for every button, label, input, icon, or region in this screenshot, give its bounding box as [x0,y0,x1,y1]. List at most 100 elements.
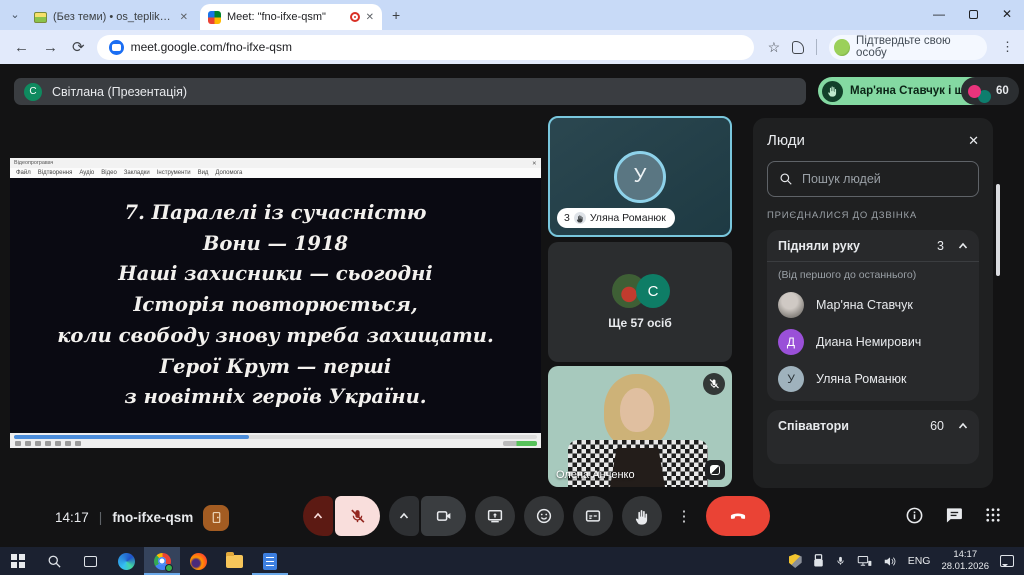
browser-menu-icon[interactable]: ⋮ [1001,39,1014,55]
new-tab-button[interactable]: + [392,7,400,23]
media-in-use-dot [165,564,173,572]
reactions-button[interactable] [524,496,564,536]
start-button[interactable] [0,547,36,575]
video-tile-uliana[interactable]: У 3 Уляна Романюк [548,116,732,237]
firefox-icon[interactable] [180,547,216,575]
list-item [778,441,968,455]
forward-icon[interactable]: → [43,39,58,56]
panel-close-icon[interactable]: ✕ [968,133,979,149]
panel-title: Люди [767,132,805,149]
player-controls [10,433,541,448]
chrome-icon-active[interactable] [144,547,180,575]
video-tile-olena[interactable]: Олена Анченко [548,366,732,487]
window-maximize-button[interactable] [956,0,990,28]
chevron-up-icon[interactable] [958,421,968,431]
speaker-icon[interactable] [883,555,897,568]
antivirus-icon[interactable] [789,554,802,568]
more-options-button[interactable]: ⋮ [671,496,697,536]
volume-slider[interactable] [503,441,537,446]
raised-hands-header[interactable]: Підняли руку 3 [778,239,968,253]
file-explorer-icon[interactable] [216,547,252,575]
present-screen-button[interactable] [475,496,515,536]
edge-icon[interactable] [108,547,144,575]
section-title: Підняли руку [778,239,937,253]
end-call-button[interactable] [706,496,770,536]
camera-toggle-button[interactable] [421,496,466,536]
menu-item: Закладки [124,170,150,176]
mic-toggle-button[interactable] [335,496,380,536]
video-tile-others[interactable]: C Ще 57 осіб [548,242,732,362]
tab-close-icon[interactable]: ✕ [180,12,188,23]
person-face [620,388,654,432]
captions-icon [584,507,602,525]
camera-options-button[interactable] [389,496,419,536]
side-panel-icon[interactable] [792,41,804,54]
usb-icon[interactable] [813,554,824,568]
tile-name-pill: 3 Уляна Романюк [557,208,675,228]
raised-hands-section: Підняли руку 3 (Від першого до останньог… [767,230,979,401]
window-close-button[interactable]: ✕ [990,0,1024,28]
task-view-button[interactable] [72,547,108,575]
hand-icon [634,508,650,525]
info-icon[interactable] [905,506,924,525]
raised-hand-icon [574,212,586,224]
tab-mail[interactable]: (Без теми) • os_teplik@ukr.net ✕ [26,4,196,30]
taskbar-clock[interactable]: 14:17 28.01.2026 [941,549,989,573]
player-buttons[interactable] [15,441,81,446]
address-bar[interactable]: meet.google.com/fno-ifxe-qsm [97,35,754,60]
player-titlebar: Відеопрогравач ✕ [10,158,541,168]
language-indicator[interactable]: ENG [908,555,931,567]
word-document-icon[interactable] [252,547,288,575]
site-icon [109,40,124,55]
verify-identity-button[interactable]: Підтвердьте свою особу [829,35,987,60]
seek-bar[interactable] [14,435,537,439]
joined-section-label: ПРИЄДНАЛИСЯ ДО ДЗВІНКА [767,210,979,221]
cohosts-section: Співавтори 60 [767,410,979,464]
divider: | [99,510,103,525]
raise-hand-button[interactable] [622,496,662,536]
menu-item: Вид [198,170,209,176]
reload-icon[interactable]: ⟳ [72,38,85,56]
mini-avatar [968,85,981,98]
action-center-icon[interactable] [1000,555,1014,567]
back-icon[interactable]: ← [14,39,29,56]
list-item[interactable]: Мар'яна Ставчук [778,292,968,318]
player-window-close-icon: ✕ [532,160,537,166]
taskbar-search-button[interactable] [36,547,72,575]
participant-name: Олена Анченко [556,469,635,481]
captions-button[interactable] [573,496,613,536]
network-icon[interactable] [857,555,872,568]
panel-scrollbar[interactable] [996,184,1000,276]
chevron-up-icon[interactable] [958,241,968,251]
tab-title: (Без теми) • os_teplik@ukr.net [53,11,174,23]
bookmark-star-icon[interactable]: ☆ [768,39,781,56]
activities-grid-icon[interactable] [984,506,1002,524]
end-call-icon [728,506,748,526]
menu-item: Інструменти [157,170,191,176]
mic-muted-icon [703,373,725,395]
cohosts-header[interactable]: Співавтори 60 [778,419,968,433]
avatar: У [778,366,804,392]
call-controls: ⋮ [303,496,770,536]
minimize-selfview-button[interactable] [705,460,725,480]
menu-item: Аудіо [79,170,94,176]
mic-options-button[interactable] [303,496,333,536]
presenter-banner[interactable]: C Світлана (Презентація) [14,78,806,105]
tab-close-icon[interactable]: ✕ [366,12,374,23]
tab-search-icon[interactable]: ⌄ [6,7,24,25]
player-menubar: Файл Відтворення Аудіо Відео Закладки Ін… [10,168,541,178]
presenter-name: Світлана (Презентація) [52,85,187,99]
room-icon[interactable] [203,505,229,531]
window-minimize-button[interactable]: — [922,0,956,28]
list-item[interactable]: Д Диана Немирович [778,329,968,355]
order-hint: (Від першого до останнього) [778,269,968,281]
chat-icon[interactable] [944,505,964,525]
tab-meet-active[interactable]: Meet: "fno-ifxe-qsm" ✕ [200,4,382,30]
search-people-input[interactable]: Пошук людей [767,161,979,197]
present-icon [486,507,504,525]
browser-toolbar: ← → ⟳ meet.google.com/fno-ifxe-qsm ☆ Під… [0,30,1024,64]
person-name: Диана Немирович [816,335,921,349]
participant-count-badge[interactable]: 60 [961,77,1019,105]
list-item[interactable]: У Уляна Романюк [778,366,968,392]
tray-mic-icon[interactable] [835,554,846,568]
